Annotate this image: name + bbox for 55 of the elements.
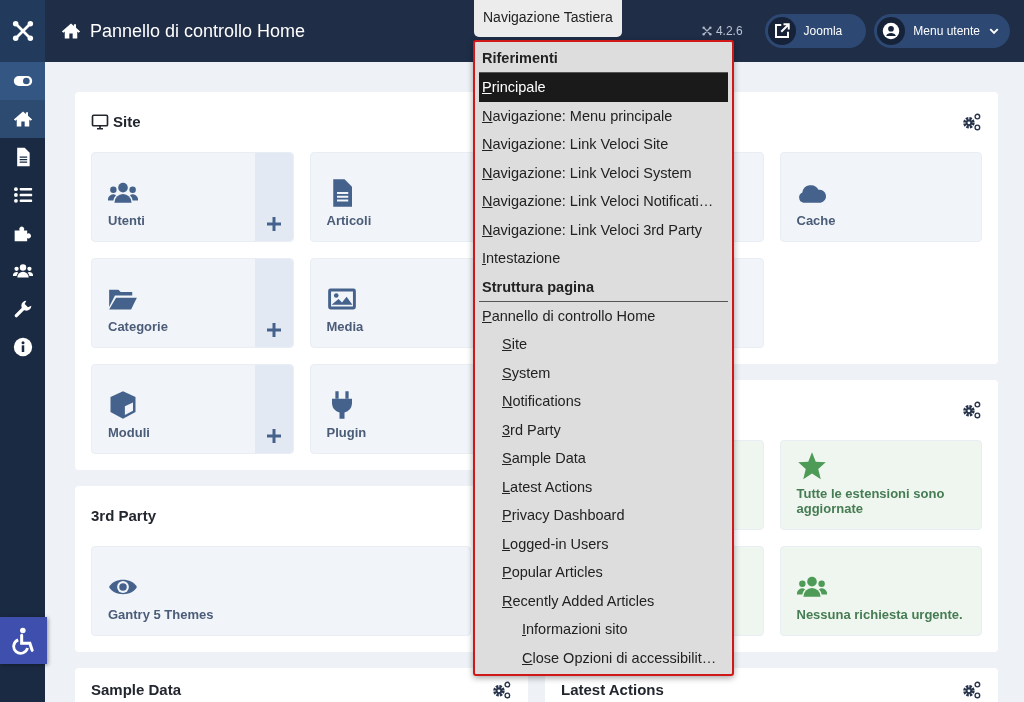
user-menu-button[interactable]: Menu utente <box>874 14 1010 48</box>
navigation-link[interactable]: Privacy Dashboard <box>499 501 728 530</box>
page-title: Pannello di controllo Home <box>90 19 306 43</box>
navigation-link[interactable]: Informazioni sito <box>519 615 728 644</box>
quick-link-tile[interactable]: Categorie <box>91 258 294 348</box>
status-tile[interactable]: Tutte le estensioni sono aggiornate <box>779 440 982 530</box>
tile-label: Tutte le estensioni sono aggiornate <box>796 487 946 517</box>
plus-icon <box>265 216 282 232</box>
list-icon <box>12 185 33 205</box>
navigation-link[interactable]: Recently Added Articles <box>499 586 728 615</box>
quick-link-tile[interactable]: Cache <box>779 152 982 242</box>
card-title: Sample Data <box>91 679 182 700</box>
section-heading: Struttura pagina <box>479 272 728 302</box>
cross-logo-icon <box>701 26 712 36</box>
wrench-icon <box>12 299 33 319</box>
navigation-link[interactable]: Popular Articles <box>499 558 728 587</box>
navigation-link[interactable]: Logged-in Users <box>499 529 728 558</box>
menu-toggle-button[interactable] <box>0 62 45 100</box>
card-title: Site <box>113 111 141 132</box>
quick-link-tile[interactable]: Gantry 5 Themes <box>91 546 471 636</box>
navigation-link[interactable]: Close Opzioni di accessibilit… <box>519 643 728 672</box>
module-settings-link[interactable] <box>962 112 982 132</box>
quick-link-tile[interactable]: Moduli <box>91 364 294 454</box>
tile-label: Nessuna richiesta urgente. <box>796 608 964 623</box>
tile-label: Categorie <box>108 320 169 335</box>
plus-icon <box>265 428 282 444</box>
plus-icon <box>265 322 282 338</box>
navigation-link[interactable]: Latest Actions <box>499 472 728 501</box>
card-title: Latest Actions <box>561 679 664 700</box>
sidebar-item[interactable] <box>0 100 45 138</box>
tile-label: Media <box>326 320 365 335</box>
tile-label: Moduli <box>108 426 151 441</box>
user-icon <box>882 22 901 40</box>
site-link-button[interactable]: Joomla <box>764 14 867 48</box>
cross-logo-icon <box>11 20 34 42</box>
tile-label: Cache <box>796 214 837 229</box>
home-icon <box>61 21 81 41</box>
status-tile[interactable]: Nessuna richiesta urgente. <box>779 546 982 636</box>
external-link-icon <box>772 22 791 40</box>
tile-label: Articoli <box>326 214 373 229</box>
module-settings-link[interactable] <box>492 680 512 700</box>
navigation-link[interactable]: Principale <box>479 73 728 102</box>
quick-link-tile[interactable]: Utenti <box>91 152 294 242</box>
module-settings-link[interactable] <box>962 680 982 700</box>
tile-label: Gantry 5 Themes <box>108 608 215 623</box>
version-text: 4.2.6 <box>715 23 743 40</box>
accessibility-button[interactable] <box>0 617 47 664</box>
module-settings-link[interactable] <box>962 400 982 420</box>
info-icon <box>12 337 33 357</box>
star-icon <box>796 451 827 482</box>
cube-icon <box>108 390 138 421</box>
tile-label: Utenti <box>108 214 146 229</box>
card-title: 3rd Party <box>91 505 157 526</box>
home-icon <box>12 109 33 129</box>
navigation-link[interactable]: Navigazione: Menu principale <box>479 101 728 130</box>
